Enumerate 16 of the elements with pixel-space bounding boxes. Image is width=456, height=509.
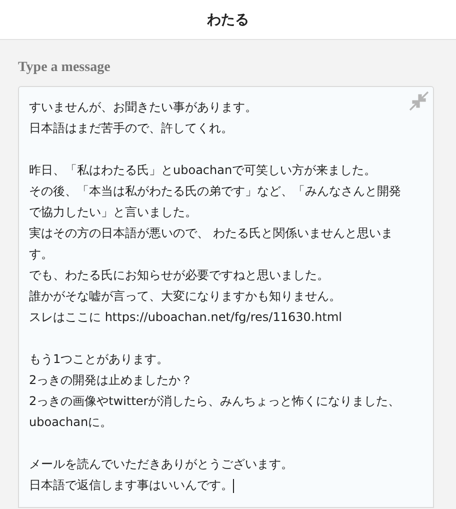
message-label: Type a message <box>18 60 112 76</box>
message-line: すいませんが、お聞きたい事があります。 <box>29 99 258 116</box>
message-line: 実はその方の日本語が悪いので、 わたる氏と関係いませんと思います。 <box>29 225 394 263</box>
message-line: 日本語で返信します事はいいんです。 <box>29 477 235 495</box>
message-line: 日本語はまだ苦手ので、許してくれ。 <box>29 120 234 137</box>
message-field[interactable] <box>18 86 434 508</box>
message-line: でも、わたる氏にお知らせが必要ですねと思いました。 <box>29 267 330 284</box>
message-line: その後、「本当は私がわたる氏の弟です」など、「みんなさんと開発で協力したい」と言いました。 <box>29 183 402 221</box>
message-line: スレはここに https://uboachan.net/fg/res/11630.html <box>29 309 344 326</box>
message-line: 2っきの開発は止めましたか？ <box>29 372 194 389</box>
message-line: 2っきの画像やtwitterが消したら、みんちょっと怖くになりました、uboachanに。 <box>29 393 402 431</box>
message-line: もう1つことがあります。 <box>29 351 170 368</box>
conversation-title: わたる <box>207 10 249 28</box>
message-line: メールを読んでいただきありがとうございます。 <box>29 456 294 473</box>
message-line: 誰かがそな嘘が言って、大変になりますかも知りません。 <box>29 288 342 305</box>
message-line: 昨日、「私はわたる氏」とuboachanで可笑しい方が来ました。 <box>29 162 378 179</box>
